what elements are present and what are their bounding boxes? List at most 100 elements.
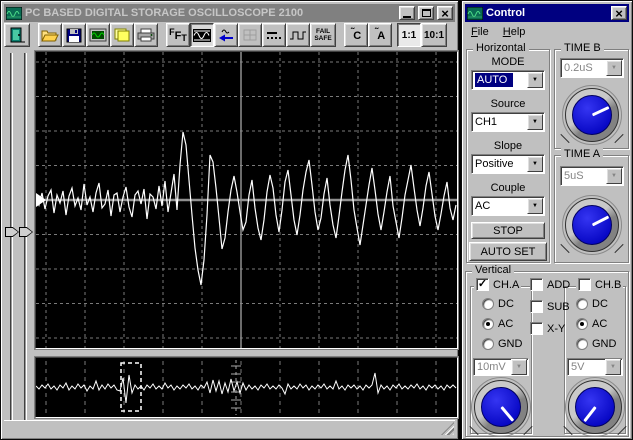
probe-10-1-button[interactable]: 10:1 <box>421 23 447 47</box>
calibrate-a-button[interactable]: ˜A <box>368 23 392 47</box>
slope-select[interactable]: Positive <box>471 154 545 174</box>
vertical-group: Vertical CH.A ADD CH.B SUB <box>465 271 629 437</box>
channel-a-position-slider-handle[interactable] <box>5 227 19 237</box>
ch-a-gnd-radio-row[interactable]: GND <box>482 338 522 350</box>
ch-a-range-select[interactable]: 10mV <box>473 358 529 376</box>
ch-a-checkbox[interactable] <box>476 278 489 291</box>
ch-b-label: CH.B <box>595 279 621 291</box>
save-button[interactable] <box>62 23 86 47</box>
time-a-select[interactable]: 5uS <box>560 166 624 186</box>
calibrate-c-icon: ˜C <box>351 28 361 42</box>
dotted-line-button[interactable] <box>262 23 286 47</box>
menu-file[interactable]: File <box>471 26 489 38</box>
control-menu-bar: File Help <box>465 23 629 40</box>
open-button[interactable] <box>38 23 62 47</box>
channel-b-position-slider-handle[interactable] <box>19 227 33 237</box>
mode-select[interactable]: AUTO <box>471 70 545 90</box>
ch-a-dc-radio-row[interactable]: DC <box>482 298 514 310</box>
radio-dot <box>486 322 490 326</box>
chevron-down-icon[interactable] <box>527 114 543 130</box>
time-b-group: TIME B 0.2uS <box>554 49 629 149</box>
oscilloscope-window: PC BASED DIGITAL STORAGE OSCILLOSCOPE 21… <box>0 0 459 440</box>
gnd-label: GND <box>592 338 616 350</box>
ch-a-volts-knob[interactable] <box>474 380 528 434</box>
time-b-select[interactable]: 0.2uS <box>560 58 624 78</box>
knob-min-tick <box>560 244 569 253</box>
channel-b-position-slider-track[interactable] <box>24 53 27 425</box>
calibrate-c-button[interactable]: ˜C <box>344 23 368 47</box>
chevron-down-icon[interactable] <box>527 198 543 214</box>
source-select[interactable]: CH1 <box>471 112 545 132</box>
sub-checkbox[interactable] <box>530 300 543 313</box>
probe-1-1-button[interactable]: 1:1 <box>397 23 421 47</box>
sine-wave-icon <box>193 29 211 42</box>
ch-b-range-select[interactable]: 5V <box>567 358 623 376</box>
ch-a-dc-radio[interactable] <box>482 298 494 310</box>
fft-button[interactable]: FFT <box>166 23 190 47</box>
couple-select[interactable]: AC <box>471 196 545 216</box>
time-a-knob[interactable] <box>565 198 619 252</box>
knob-max-tick <box>614 134 623 143</box>
auto-set-button[interactable]: AUTO SET <box>469 242 547 261</box>
control-close-button[interactable] <box>611 6 627 20</box>
xy-checkbox-row[interactable]: X-Y <box>530 322 565 335</box>
exit-door-icon <box>8 27 26 44</box>
exit-button[interactable] <box>4 23 30 47</box>
capture-screen-button[interactable] <box>86 23 110 47</box>
ch-b-dc-radio[interactable] <box>576 298 588 310</box>
desktop: PC BASED DIGITAL STORAGE OSCILLOSCOPE 21… <box>0 0 633 440</box>
chevron-down-icon[interactable] <box>527 156 543 172</box>
knob-min-tick <box>560 134 569 143</box>
grid-button[interactable] <box>238 23 262 47</box>
control-window: Control File Help Horizontal MODE AUTO S… <box>461 0 633 440</box>
stop-button[interactable]: STOP <box>471 222 545 239</box>
waveform-mode-button[interactable] <box>190 23 214 47</box>
fail-safe-button[interactable]: FAILSAFE <box>310 23 336 47</box>
menu-help[interactable]: Help <box>503 26 526 38</box>
channel-a-position-slider-track[interactable] <box>10 53 13 425</box>
vertical-group-label: Vertical <box>472 264 514 276</box>
mode-value: AUTO <box>475 73 513 87</box>
ch-b-gnd-radio-row[interactable]: GND <box>576 338 616 350</box>
minimize-button[interactable] <box>399 6 415 20</box>
time-b-knob[interactable] <box>565 88 619 142</box>
ch-b-ac-radio-row[interactable]: AC <box>576 318 607 330</box>
add-checkbox[interactable] <box>530 278 543 291</box>
maximize-button[interactable] <box>418 6 434 20</box>
ch-a-ac-radio-row[interactable]: AC <box>482 318 513 330</box>
overview-scope-display[interactable] <box>35 357 458 418</box>
check-icon <box>478 279 487 290</box>
ch-a-checkbox-row[interactable]: CH.A <box>474 278 521 291</box>
add-checkbox-row[interactable]: ADD <box>530 278 570 291</box>
sub-checkbox-row[interactable]: SUB <box>530 300 570 313</box>
main-scope-display[interactable] <box>35 51 458 349</box>
square-wave-button[interactable] <box>286 23 310 47</box>
ch-b-checkbox-row[interactable]: CH.B <box>576 278 623 291</box>
dash-dot-icon <box>265 29 283 42</box>
close-button[interactable] <box>437 6 453 20</box>
dc-label: DC <box>592 298 608 310</box>
print-button[interactable] <box>134 23 158 47</box>
ch-b-volts-knob[interactable] <box>568 380 622 434</box>
ch-b-gnd-radio[interactable] <box>576 338 588 350</box>
ch-b-dc-radio-row[interactable]: DC <box>576 298 608 310</box>
dc-label: DC <box>498 298 514 310</box>
main-waveform <box>36 52 457 348</box>
slider-handle-face <box>6 228 18 236</box>
open-folder-icon <box>41 28 59 42</box>
notes-button[interactable] <box>110 23 134 47</box>
ch-b-ac-radio[interactable] <box>576 318 588 330</box>
resize-grip[interactable] <box>441 422 454 435</box>
control-title-bar[interactable]: Control <box>465 4 629 22</box>
chevron-down-icon[interactable] <box>527 72 543 88</box>
ch-a-gnd-radio[interactable] <box>482 338 494 350</box>
couple-value: AC <box>472 200 527 212</box>
slider-handle-face <box>20 228 32 236</box>
time-a-value: 5uS <box>561 170 606 182</box>
xy-checkbox[interactable] <box>530 322 543 335</box>
ch-a-ac-radio[interactable] <box>482 318 494 330</box>
ch-b-checkbox[interactable] <box>578 278 591 291</box>
single-shot-button[interactable] <box>214 23 238 47</box>
chevron-down-icon <box>606 60 622 76</box>
main-title-bar[interactable]: PC BASED DIGITAL STORAGE OSCILLOSCOPE 21… <box>4 4 455 22</box>
